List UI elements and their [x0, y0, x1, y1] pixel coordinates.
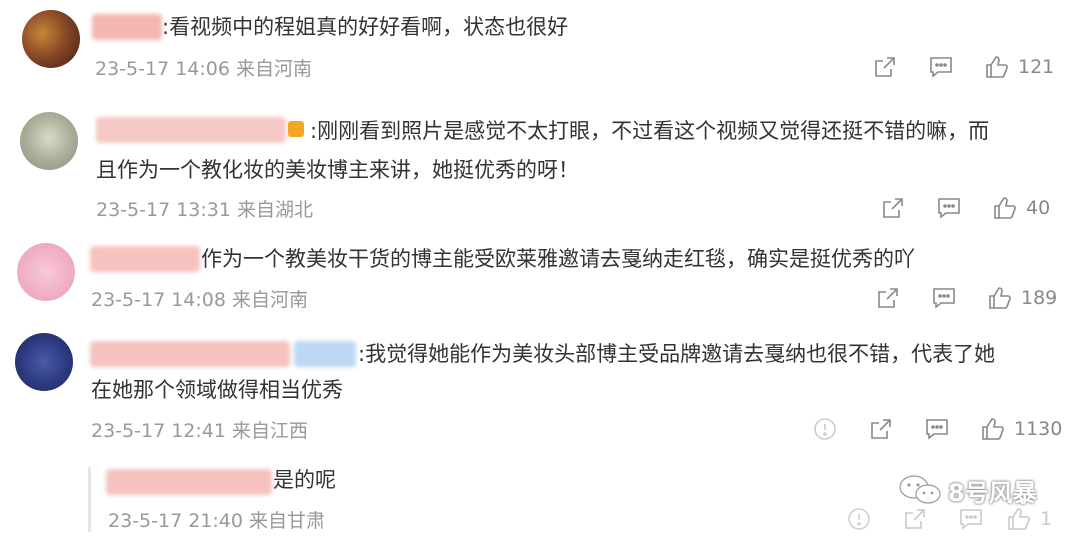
username[interactable]: [90, 246, 200, 272]
comment-icon[interactable]: [928, 54, 954, 80]
comment-meta: 23-5-17 14:08 来自河南: [91, 289, 308, 311]
wechat-icon: [898, 474, 942, 506]
share-icon[interactable]: [872, 54, 898, 80]
like-count: 121: [1018, 56, 1055, 78]
report-icon[interactable]: [812, 416, 838, 442]
share-icon[interactable]: [875, 285, 901, 311]
comment-text: :刚刚看到照片是感觉不太打眼，不过看这个视频又觉得还挺不错的嘛，而: [310, 119, 990, 143]
username[interactable]: [90, 341, 290, 367]
report-icon[interactable]: [846, 506, 872, 532]
comment-icon[interactable]: [931, 285, 957, 311]
like-icon[interactable]: [980, 416, 1006, 442]
avatar[interactable]: [17, 243, 75, 301]
comment-text: 作为一个教美妆干货的博主能受欧莱雅邀请去戛纳走红毯，确实是挺优秀的吖: [201, 247, 915, 271]
reply-meta: 23-5-17 21:40 来自甘肃: [108, 510, 325, 532]
comment-text: :看视频中的程姐真的好好看啊，状态也很好: [162, 15, 569, 39]
user-tag: [294, 341, 356, 367]
like-icon[interactable]: [992, 195, 1018, 221]
badge-icon: [288, 121, 304, 137]
reply-text: 是的呢: [273, 468, 336, 492]
comment-text: :我觉得她能作为美妆头部博主受品牌邀请去戛纳也很不错，代表了她: [358, 342, 996, 366]
reply-indent-bar: [88, 467, 91, 532]
username[interactable]: [92, 14, 162, 40]
like-icon[interactable]: [987, 285, 1013, 311]
avatar[interactable]: [22, 10, 80, 68]
watermark-text: 8号风暴: [948, 478, 1037, 507]
comment-text-cont: 且作为一个教化妆的美妆博主来讲，她挺优秀的呀！: [96, 158, 579, 182]
like-count: 189: [1021, 287, 1058, 309]
username[interactable]: [96, 117, 286, 143]
comment-meta: 23-5-17 14:06 来自河南: [95, 58, 312, 80]
comment-icon[interactable]: [924, 416, 950, 442]
like-count: 1130: [1014, 418, 1063, 440]
share-icon[interactable]: [868, 416, 894, 442]
like-icon[interactable]: [984, 54, 1010, 80]
like-count: 1: [1040, 508, 1053, 530]
like-count: 40: [1026, 197, 1051, 219]
comment-meta: 23-5-17 13:31 来自湖北: [96, 199, 313, 221]
username[interactable]: [106, 469, 272, 495]
share-icon[interactable]: [880, 195, 906, 221]
avatar[interactable]: [15, 333, 73, 391]
comment-text-cont: 在她那个领域做得相当优秀: [91, 378, 343, 402]
avatar[interactable]: [20, 112, 78, 170]
comment-icon[interactable]: [936, 195, 962, 221]
comment-meta: 23-5-17 12:41 来自江西: [91, 420, 308, 442]
watermark: 8号风暴: [898, 470, 1037, 510]
